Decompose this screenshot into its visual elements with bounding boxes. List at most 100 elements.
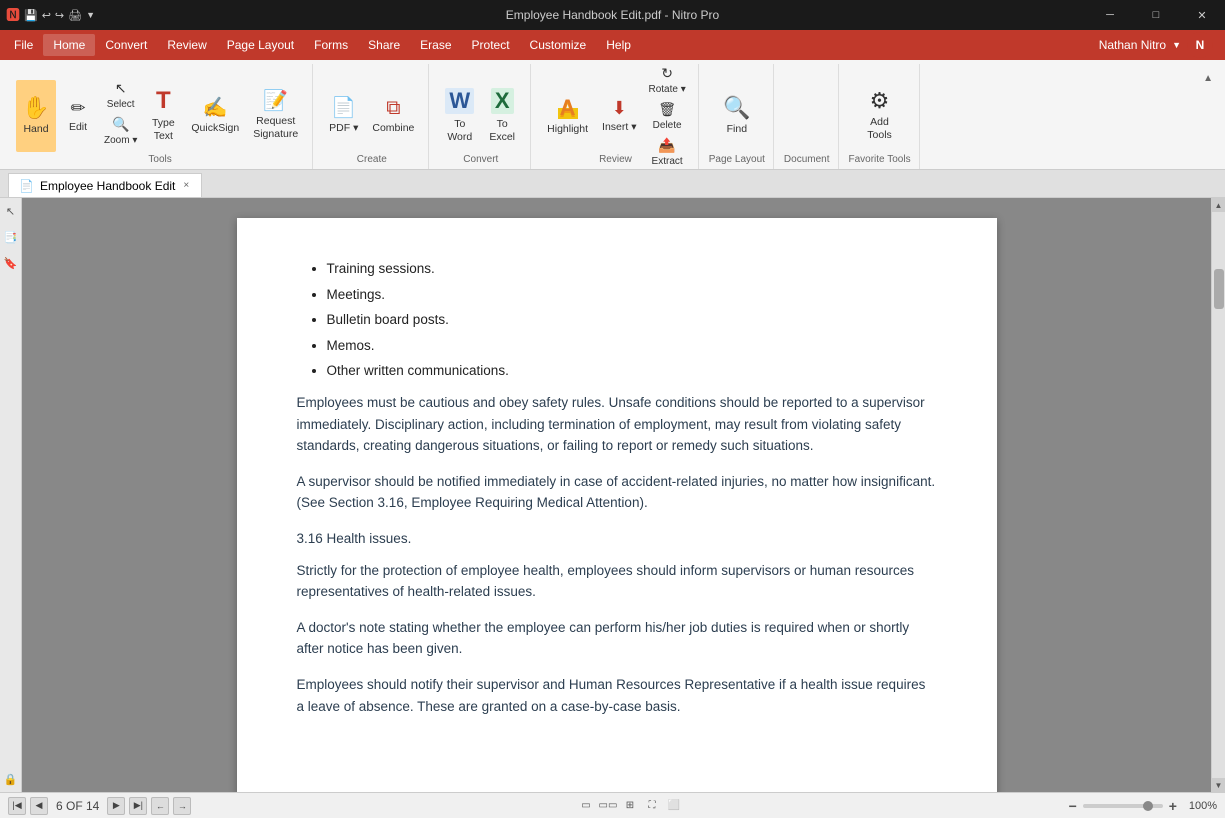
paragraph-supervisor: A supervisor should be notified immediat…	[297, 471, 937, 514]
avatar: N	[1187, 32, 1213, 58]
vertical-scrollbar[interactable]: ▲ ▼	[1211, 198, 1225, 792]
window-title: Employee Handbook Edit.pdf - Nitro Pro	[506, 8, 719, 22]
menu-review[interactable]: Review	[157, 34, 216, 56]
last-page-button[interactable]: ▶|	[129, 797, 147, 815]
window-controls: ─ □ ✕	[1087, 0, 1225, 30]
two-page-view[interactable]: ▭▭	[599, 797, 617, 815]
extract-button[interactable]: 📤 Extract	[644, 135, 689, 169]
dropdown-icon[interactable]: ▼	[86, 10, 95, 20]
main-layout: ↖ 📑 🔖 🔒 Training sessions. Meetings. Bul…	[0, 198, 1225, 792]
prev-view-button[interactable]: ←	[151, 797, 169, 815]
delete-button[interactable]: 🗑 Delete	[644, 99, 689, 133]
combine-button[interactable]: ⧉ Combine	[366, 80, 420, 152]
titlebar: 🅽 💾 ↩ ↪ 🖨 ▼ Employee Handbook Edit.pdf -…	[0, 0, 1225, 30]
edit-button[interactable]: ✏ Edit	[58, 80, 98, 152]
create-buttons: 📄 PDF ▾ ⧉ Combine	[323, 64, 420, 152]
minimize-button[interactable]: ─	[1087, 0, 1133, 30]
view-controls: ▭ ▭▭ ⊞ ⛶ ⬜	[577, 797, 683, 815]
list-item: Training sessions.	[327, 258, 937, 280]
to-word-button[interactable]: W ToWord	[439, 80, 480, 152]
section-heading: 3.16 Health issues.	[297, 528, 937, 550]
zoom-button[interactable]: 🔍 Zoom ▾	[100, 114, 141, 148]
ribbon-group-convert: W ToWord X ToExcel Convert	[431, 64, 531, 169]
select-button[interactable]: ↖ Select	[100, 78, 141, 112]
presentation-view[interactable]: ⬜	[665, 797, 683, 815]
review-buttons: A Highlight ⬇ Insert ▾ ↻ Rotate ▾ 🗑 Dele…	[541, 64, 690, 152]
save-icon[interactable]: 💾	[24, 9, 38, 22]
app-icon: 🅽	[6, 5, 20, 25]
next-view-button[interactable]: →	[173, 797, 191, 815]
scroll-up-button[interactable]: ▲	[1212, 198, 1225, 212]
tab-pdf-icon: 📄	[19, 179, 34, 193]
left-sidebar: ↖ 📑 🔖 🔒	[0, 198, 22, 792]
menu-forms[interactable]: Forms	[304, 34, 358, 56]
hand-tool-button[interactable]: ✋ Hand	[16, 80, 56, 152]
close-button[interactable]: ✕	[1179, 0, 1225, 30]
review-label: Review	[599, 152, 632, 167]
menu-help[interactable]: Help	[596, 34, 641, 56]
tab-close-button[interactable]: ×	[181, 179, 191, 192]
ribbon-group-create: 📄 PDF ▾ ⧉ Combine Create	[315, 64, 429, 169]
find-icon: 🔍	[723, 97, 750, 119]
ribbon-group-tools: ✋ Hand ✏ Edit ↖ Select 🔍 Zoom ▾ T TypeTe…	[8, 64, 313, 169]
delete-icon: 🗑	[658, 101, 676, 118]
full-screen-view[interactable]: ⛶	[643, 797, 661, 815]
ribbon-group-document: Document	[776, 64, 839, 169]
combine-icon: ⧉	[386, 98, 400, 118]
zoom-plus-button[interactable]: +	[1169, 798, 1177, 814]
menu-share[interactable]: Share	[358, 34, 410, 56]
first-page-button[interactable]: |◀	[8, 797, 26, 815]
list-item: Other written communications.	[327, 360, 937, 382]
list-item: Meetings.	[327, 284, 937, 306]
insert-button[interactable]: ⬇ Insert ▾	[596, 80, 642, 152]
user-dropdown-icon[interactable]: ▼	[1172, 40, 1181, 50]
print-icon[interactable]: 🖨	[68, 9, 82, 22]
menu-customize[interactable]: Customize	[520, 34, 597, 56]
zoom-slider-thumb[interactable]	[1143, 801, 1153, 811]
menu-home[interactable]: Home	[43, 34, 95, 56]
convert-buttons: W ToWord X ToExcel	[439, 64, 522, 152]
add-tools-button[interactable]: ⚙ AddTools	[860, 80, 900, 152]
quicksign-button[interactable]: ✍ QuickSign	[185, 80, 245, 152]
document-label: Document	[784, 152, 830, 167]
prev-page-button[interactable]: ◀	[30, 797, 48, 815]
document-tab[interactable]: 📄 Employee Handbook Edit ×	[8, 173, 202, 197]
sidebar-pages-icon[interactable]: 📑	[2, 228, 20, 246]
menu-protect[interactable]: Protect	[462, 34, 520, 56]
scroll-down-button[interactable]: ▼	[1212, 778, 1225, 792]
pdf-button[interactable]: 📄 PDF ▾	[323, 80, 364, 152]
undo-icon[interactable]: ↩	[42, 9, 51, 22]
menu-convert[interactable]: Convert	[95, 34, 157, 56]
page-info: 6 OF 14	[52, 799, 103, 813]
to-excel-button[interactable]: X ToExcel	[482, 80, 522, 152]
grid-view[interactable]: ⊞	[621, 797, 639, 815]
pdf-icon: 📄	[331, 98, 356, 118]
rotate-button[interactable]: ↻ Rotate ▾	[644, 63, 689, 97]
zoom-slider[interactable]	[1083, 804, 1163, 808]
menu-file[interactable]: File	[4, 34, 43, 56]
single-page-view[interactable]: ▭	[577, 797, 595, 815]
page-layout-buttons: 🔍 Find	[717, 64, 757, 152]
maximize-button[interactable]: □	[1133, 0, 1179, 30]
zoom-level: 100%	[1183, 800, 1217, 812]
sidebar-bookmark-icon[interactable]: 🔖	[2, 254, 20, 272]
sidebar-security-icon[interactable]: 🔒	[2, 770, 20, 788]
next-page-button[interactable]: ▶	[107, 797, 125, 815]
zoom-icon: 🔍	[112, 116, 129, 133]
menu-erase[interactable]: Erase	[410, 34, 461, 56]
zoom-group: ↖ Select 🔍 Zoom ▾	[100, 78, 141, 152]
menu-page-layout[interactable]: Page Layout	[217, 34, 304, 56]
ribbon-group-review: A Highlight ⬇ Insert ▾ ↻ Rotate ▾ 🗑 Dele…	[533, 64, 699, 169]
tools-buttons: ✋ Hand ✏ Edit ↖ Select 🔍 Zoom ▾ T TypeTe…	[16, 64, 304, 152]
sidebar-pointer-icon[interactable]: ↖	[2, 202, 20, 220]
find-button[interactable]: 🔍 Find	[717, 80, 757, 152]
insert-icon: ⬇	[612, 99, 627, 117]
highlight-button[interactable]: A Highlight	[541, 80, 594, 152]
ribbon-collapse-button[interactable]: ▲	[1199, 64, 1217, 90]
redo-icon[interactable]: ↪	[55, 9, 64, 22]
request-signature-button[interactable]: 📝 RequestSignature	[247, 80, 304, 152]
scroll-thumb[interactable]	[1214, 269, 1224, 309]
type-text-button[interactable]: T TypeText	[143, 80, 183, 152]
scroll-track[interactable]	[1212, 212, 1225, 778]
zoom-minus-button[interactable]: −	[1069, 798, 1077, 814]
